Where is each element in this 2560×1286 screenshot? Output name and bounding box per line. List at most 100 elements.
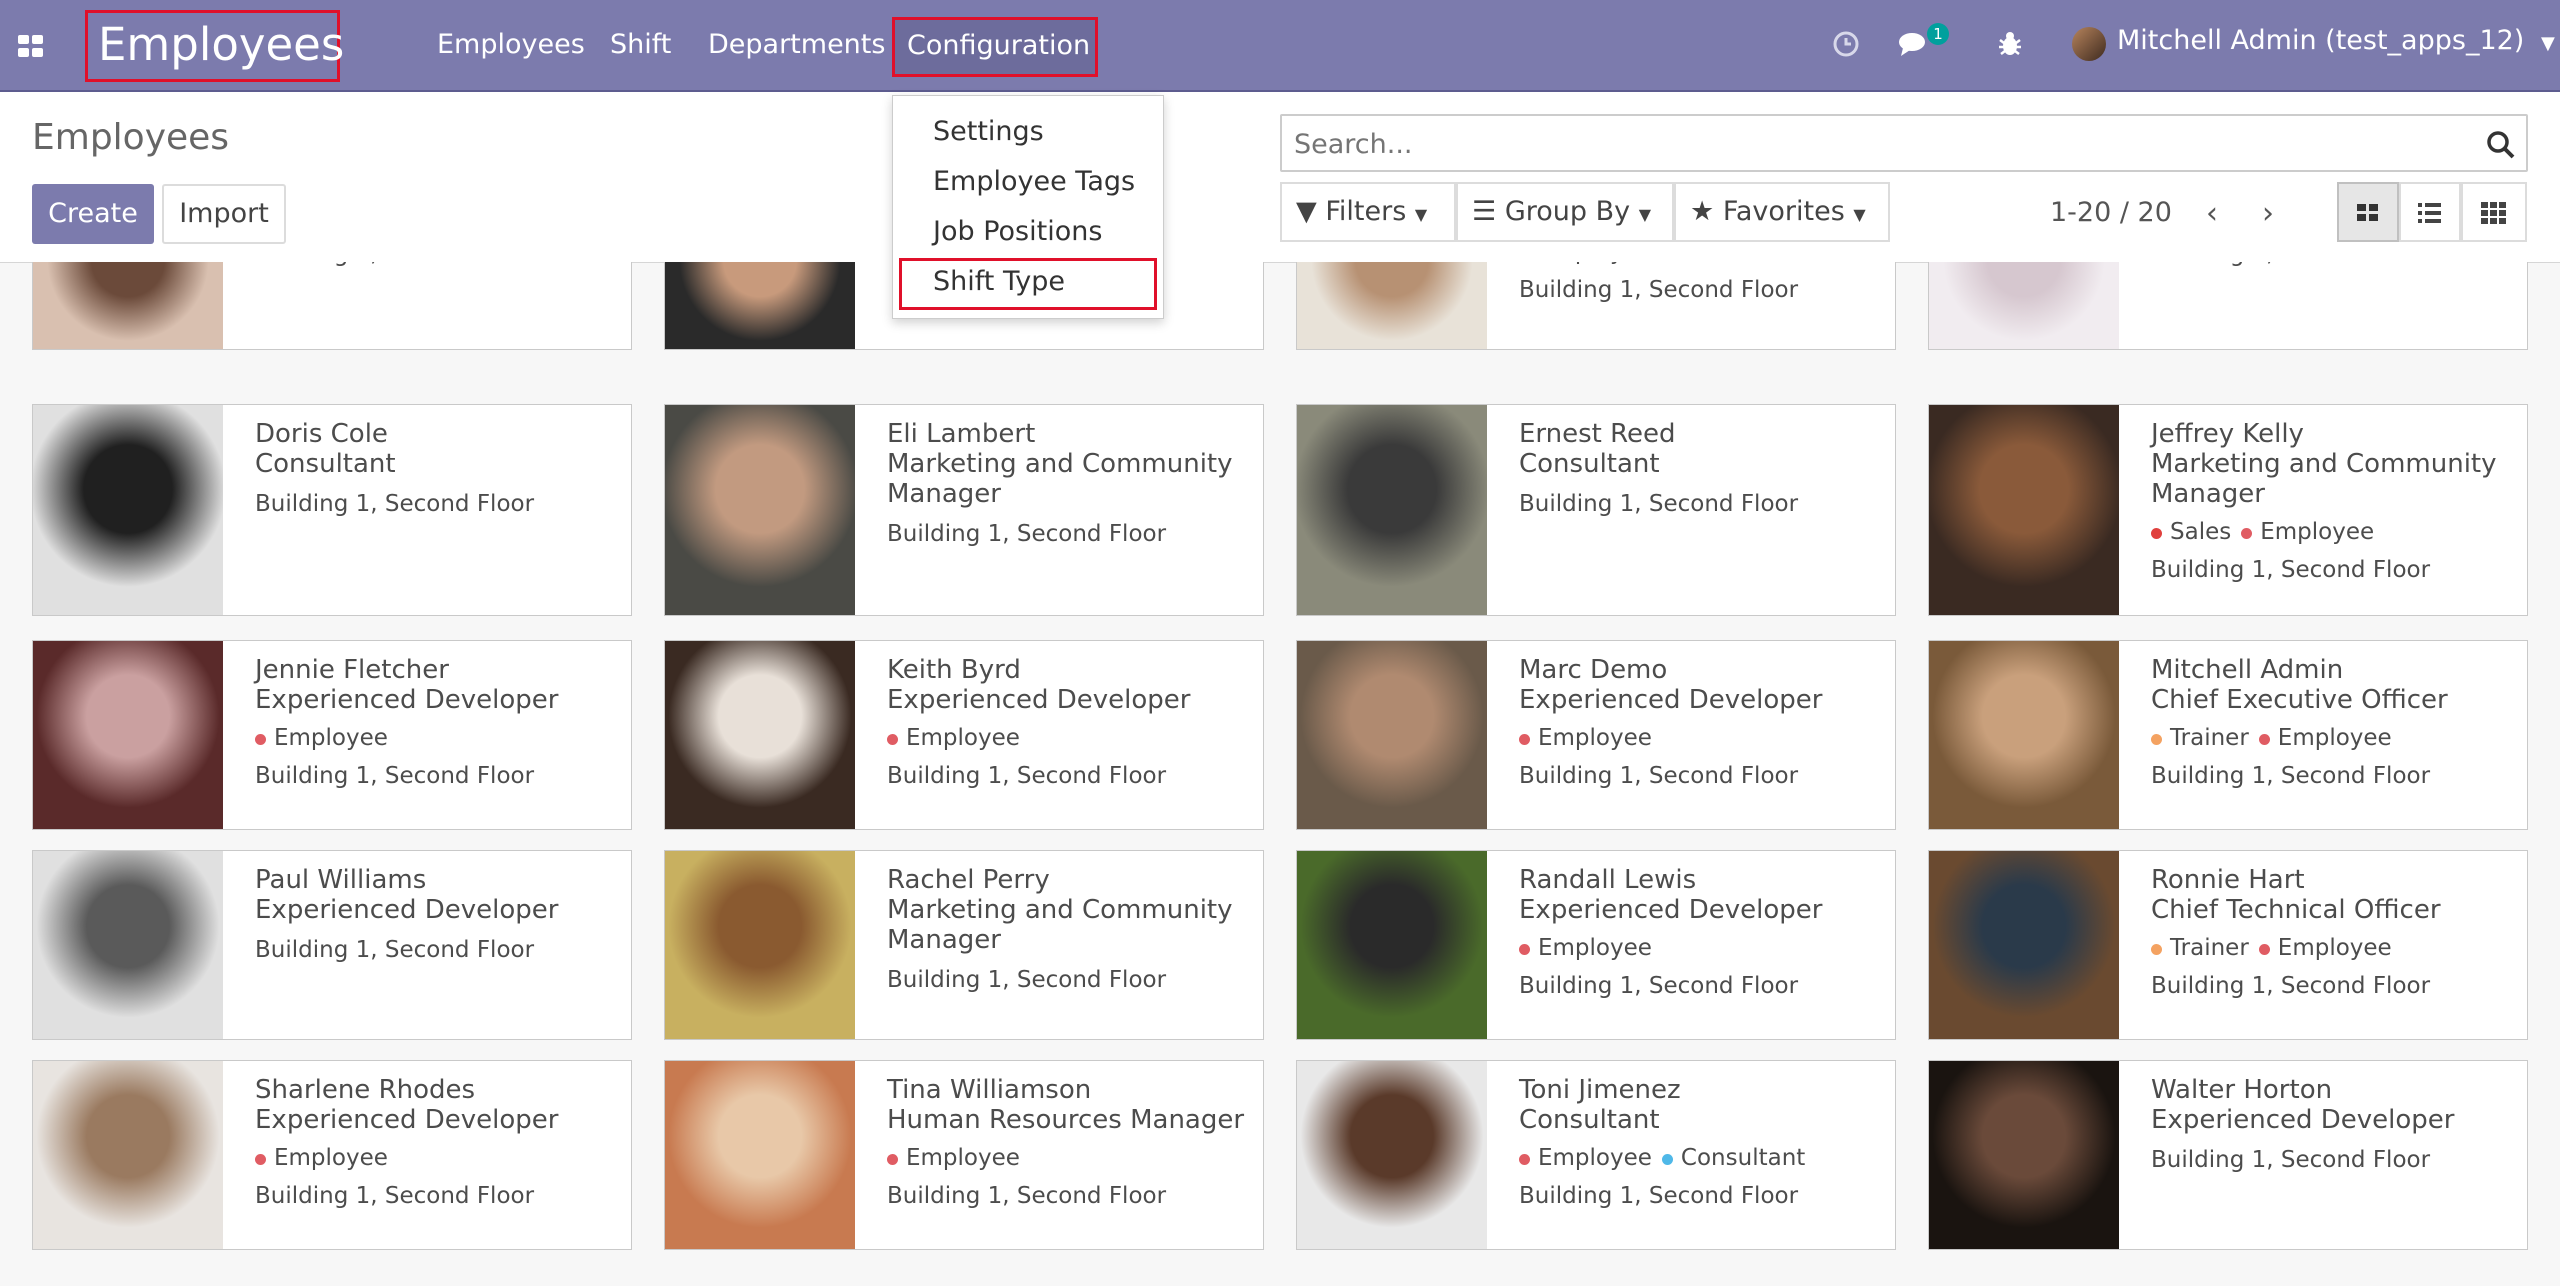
- menu-departments[interactable]: Departments: [708, 29, 885, 60]
- employee-card[interactable]: Sharlene Rhodes Experienced Developer Empl…: [32, 1060, 632, 1250]
- employee-job-title: Experienced Developer: [255, 1105, 559, 1135]
- employee-info: Paul Williams Experienced Developer Buildi…: [255, 865, 621, 965]
- search-input[interactable]: [1292, 124, 2456, 164]
- pager-previous-icon[interactable]: ‹: [2206, 196, 2218, 231]
- menu-employees[interactable]: Employees: [437, 29, 585, 60]
- employee-info: Ernest Reed Consultant Building 1, Second …: [1519, 419, 1885, 519]
- employee-name: Paul Williams: [255, 865, 427, 895]
- employee-card[interactable]: Experienced DeveloperBuilding 1, Second …: [1928, 262, 2528, 350]
- employee-tags: Employee: [255, 723, 621, 751]
- search-icon[interactable]: [2486, 130, 2516, 160]
- employee-card[interactable]: Ronnie Hart Chief Technical Officer Traine…: [1928, 850, 2528, 1040]
- th-grid-icon: [2481, 202, 2506, 224]
- tag-color-dot: [887, 734, 898, 745]
- employee-card[interactable]: Mitchell Admin Chief Executive Officer Tra…: [1928, 640, 2528, 830]
- grid-view-button[interactable]: [2461, 182, 2527, 242]
- filters-button[interactable]: ▼ Filters ▼: [1280, 182, 1456, 242]
- dropdown-item-employee-tags[interactable]: Employee Tags: [933, 166, 1135, 197]
- user-menu[interactable]: Mitchell Admin (test_apps_12) ▼: [2117, 25, 2555, 56]
- employee-photo: [1929, 405, 2119, 615]
- tag-label: Employee: [274, 725, 388, 751]
- employee-card[interactable]: Paul Williams Experienced Developer Buildi…: [32, 850, 632, 1040]
- employee-card[interactable]: Eli Lambert Marketing and Community Manag…: [664, 404, 1264, 616]
- favorites-button[interactable]: ★ Favorites ▼: [1674, 182, 1890, 242]
- group-by-button[interactable]: ☰ Group By ▼: [1456, 182, 1674, 242]
- employee-card[interactable]: Doris Cole Consultant Building 1, Second F…: [32, 404, 632, 616]
- employee-tags: Employee Consultant: [1519, 262, 1885, 265]
- employee-name: Jeffrey Kelly: [2151, 419, 2304, 449]
- employee-job-title: Consultant: [255, 449, 396, 479]
- menu-shift[interactable]: Shift: [610, 29, 671, 60]
- tag-label: Consultant: [1681, 262, 1805, 265]
- employee-photo: [1929, 641, 2119, 829]
- employee-photo: [1929, 262, 2119, 349]
- caret-down-icon: ▼: [1638, 205, 1652, 224]
- employee-photo: [33, 405, 223, 615]
- favorites-label: Favorites: [1722, 196, 1845, 227]
- employee-tags: Employee: [255, 1143, 621, 1171]
- employee-tag: Employee: [2241, 519, 2374, 545]
- employee-location: Building 1, Second Floor: [255, 937, 535, 963]
- tag-color-dot: [887, 1154, 898, 1165]
- employee-card[interactable]: Walter Horton Experienced Developer Buildi…: [1928, 1060, 2528, 1250]
- employee-info: Randall Lewis Experienced Developer Employ…: [1519, 865, 1885, 1001]
- employee-photo: [33, 262, 223, 349]
- menu-configuration[interactable]: Configuration: [892, 17, 1098, 77]
- tag-label: Consultant: [1680, 1145, 1806, 1171]
- pager-next-icon[interactable]: ›: [2262, 196, 2274, 231]
- employee-info: Jennie Fletcher Experienced Developer Empl…: [255, 655, 621, 791]
- employee-location: Building 1, Second Floor: [255, 1183, 535, 1209]
- employee-card[interactable]: ConsultantEmployee Consultant Building 1, …: [1296, 262, 1896, 350]
- activity-clock-icon[interactable]: [1832, 30, 1860, 58]
- group-by-label: Group By: [1504, 196, 1631, 227]
- employee-location: Building 1, Second Floor: [2151, 973, 2431, 999]
- tag-label: Employee: [906, 725, 1020, 751]
- list-view-button[interactable]: [2399, 182, 2461, 242]
- employee-card[interactable]: ConsultantBuilding 1, Second Floor: [32, 262, 632, 350]
- employee-location: Building 1, Second Floor: [1519, 277, 1799, 303]
- employee-tag: Employee: [1519, 935, 1652, 961]
- debug-bug-icon[interactable]: [1996, 30, 2024, 58]
- import-button[interactable]: Import: [162, 184, 286, 244]
- employee-info: Sharlene Rhodes Experienced Developer Empl…: [255, 1075, 621, 1211]
- employee-card[interactable]: Keith Byrd Experienced Developer Employee B…: [664, 640, 1264, 830]
- employee-card[interactable]: Randall Lewis Experienced Developer Employ…: [1296, 850, 1896, 1040]
- filters-label: Filters: [1325, 196, 1407, 227]
- employee-card[interactable]: Marc Demo Experienced Developer Employee Bu…: [1296, 640, 1896, 830]
- employee-info: Keith Byrd Experienced Developer Employee B…: [887, 655, 1253, 791]
- employee-card[interactable]: Jeffrey Kelly Marketing and Community Man…: [1928, 404, 2528, 616]
- tag-color-dot: [255, 734, 266, 745]
- tag-label: Employee: [1538, 262, 1652, 265]
- kanban-view-button[interactable]: [2337, 182, 2399, 242]
- employee-card[interactable]: Toni Jimenez Consultant Employee Consultant…: [1296, 1060, 1896, 1250]
- pager-value[interactable]: 1-20 / 20: [2050, 197, 2172, 228]
- tag-color-dot: [2258, 734, 2270, 745]
- employee-info: Walter Horton Experienced Developer Buildi…: [2151, 1075, 2517, 1175]
- dropdown-item-job-positions[interactable]: Job Positions: [933, 216, 1102, 247]
- dropdown-item-settings[interactable]: Settings: [933, 116, 1044, 147]
- employee-name: Walter Horton: [2151, 1075, 2333, 1105]
- user-avatar[interactable]: [2072, 27, 2106, 61]
- tag-label: Employee: [274, 1145, 388, 1171]
- create-button[interactable]: Create: [32, 184, 154, 244]
- dropdown-item-shift-type[interactable]: Shift Type: [933, 266, 1065, 297]
- employee-name: Doris Cole: [255, 419, 388, 449]
- app-brand-title[interactable]: Employees: [85, 10, 344, 82]
- employee-job-title: Consultant: [1519, 449, 1660, 479]
- employee-name: Eli Lambert: [887, 419, 1036, 449]
- employee-card[interactable]: Tina Williamson Human Resources Manager Em…: [664, 1060, 1264, 1250]
- apps-menu-icon[interactable]: [18, 35, 43, 57]
- employee-name: Jennie Fletcher: [255, 655, 449, 685]
- list-bars-icon: ☰: [1472, 196, 1497, 227]
- employee-tag: Employee: [255, 1145, 388, 1171]
- employee-photo: [1297, 851, 1487, 1039]
- employee-card[interactable]: Ernest Reed Consultant Building 1, Second …: [1296, 404, 1896, 616]
- tag-label: Trainer: [2170, 725, 2249, 751]
- employee-tags: Employee: [887, 1143, 1253, 1171]
- employee-info: Ronnie Hart Chief Technical Officer Traine…: [2151, 865, 2517, 1001]
- employee-info: Doris Cole Consultant Building 1, Second F…: [255, 419, 621, 519]
- employee-job-title: Marketing and Community Manager: [887, 895, 1233, 955]
- employee-card[interactable]: Rachel Perry Marketing and Community Mana…: [664, 850, 1264, 1040]
- employee-card[interactable]: Jennie Fletcher Experienced Developer Empl…: [32, 640, 632, 830]
- employee-job-title: Experienced Developer: [1519, 685, 1823, 715]
